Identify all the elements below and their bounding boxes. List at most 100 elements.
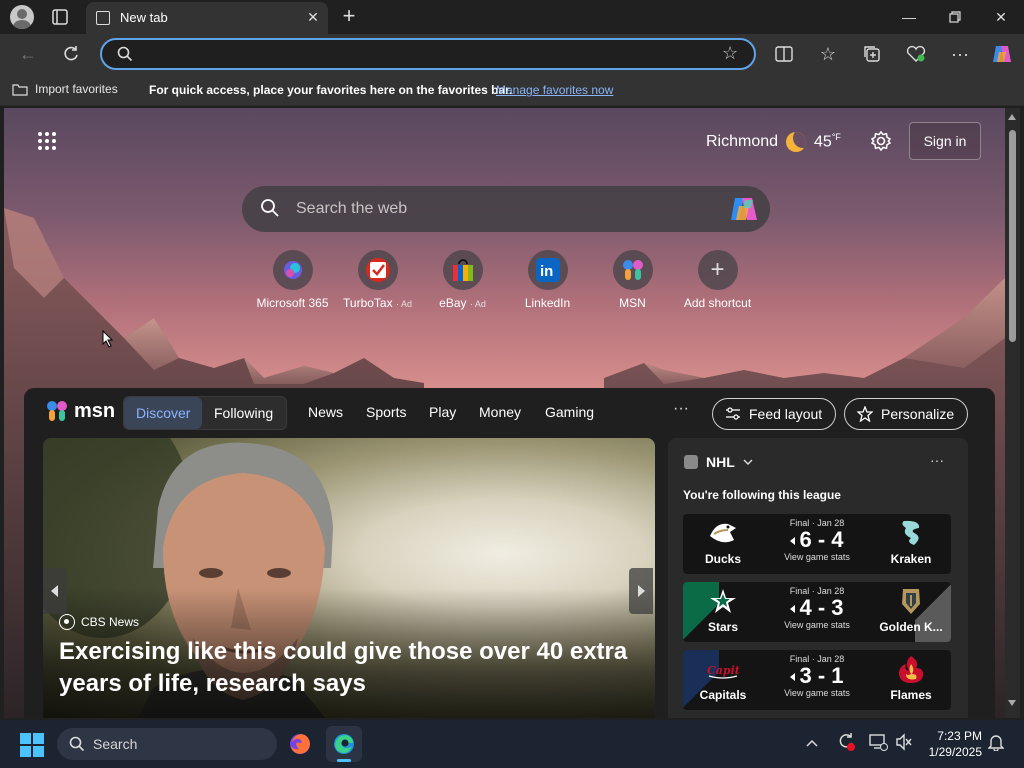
copilot-search-icon[interactable] xyxy=(729,196,759,222)
weather-temperature: 45°F xyxy=(814,132,841,151)
star-edit-icon xyxy=(857,406,873,422)
shortcut-ebay[interactable]: eBay · Ad xyxy=(420,250,505,310)
nav-money[interactable]: Money xyxy=(479,404,521,420)
close-window-button[interactable]: ✕ xyxy=(989,5,1013,29)
tab-new-tab[interactable]: New tab ✕ xyxy=(86,2,328,34)
nav-play[interactable]: Play xyxy=(429,404,456,420)
view-game-stats-link[interactable]: View game stats xyxy=(763,552,871,562)
volume-muted-icon[interactable] xyxy=(894,732,914,755)
sign-in-button[interactable]: Sign in xyxy=(909,122,981,160)
nav-more-button[interactable]: ··· xyxy=(673,400,689,418)
address-bar[interactable]: ☆ xyxy=(100,38,756,70)
web-search-box[interactable] xyxy=(242,186,770,232)
address-input[interactable] xyxy=(140,44,710,64)
carousel-next-arrow[interactable] xyxy=(629,568,653,614)
home-team: Stars xyxy=(683,582,763,642)
import-favorites-button[interactable]: Import favorites xyxy=(12,82,118,96)
game-score-row[interactable]: Ducks Final · Jan 28 6 - 4 View game sta… xyxy=(683,514,951,574)
manage-favorites-link[interactable]: Manage favorites now xyxy=(496,83,613,97)
page-scrollbar[interactable] xyxy=(1005,108,1020,718)
hero-story-card[interactable]: CBS News Exercising like this could give… xyxy=(43,438,655,718)
minimize-button[interactable]: — xyxy=(897,5,921,29)
nhl-more-options[interactable]: ··· xyxy=(930,452,944,468)
view-game-stats-link[interactable]: View game stats xyxy=(763,620,871,630)
search-icon xyxy=(117,46,133,67)
copilot-icon[interactable] xyxy=(989,41,1015,67)
cbs-news-logo-icon xyxy=(59,614,75,630)
sliders-icon xyxy=(726,407,740,420)
carousel-previous-arrow[interactable] xyxy=(43,568,67,614)
capitals-logo-icon: Capitals xyxy=(706,654,757,684)
shortcut-linkedin[interactable]: in LinkedIn xyxy=(505,250,590,310)
add-shortcut-button[interactable]: + Add shortcut xyxy=(675,250,760,310)
browser-essentials-icon[interactable] xyxy=(903,41,929,67)
new-tab-button[interactable]: + xyxy=(339,4,359,28)
kraken-logo-icon xyxy=(894,518,928,548)
nav-news[interactable]: News xyxy=(308,404,343,420)
nhl-scores-card: NHL ··· You're following this league Duc… xyxy=(668,438,968,718)
away-team: Kraken xyxy=(871,514,951,574)
personalize-label: Personalize xyxy=(881,406,955,422)
game-score-row[interactable]: Capitals Capitals Final · Jan 28 3 - 1 V… xyxy=(683,650,951,710)
nav-gaming[interactable]: Gaming xyxy=(545,404,594,420)
personalize-button[interactable]: Personalize xyxy=(844,398,968,430)
taskbar-search-box[interactable]: Search xyxy=(57,728,277,760)
firefox-taskbar-icon[interactable] xyxy=(282,726,318,762)
page-settings-gear-icon[interactable] xyxy=(870,130,892,152)
settings-and-more-icon[interactable]: ··· xyxy=(947,41,973,67)
split-screen-icon[interactable] xyxy=(771,41,797,67)
shortcut-msn[interactable]: MSN xyxy=(590,250,675,310)
clock-time: 7:23 PM xyxy=(937,729,982,743)
shortcut-label: Add shortcut xyxy=(683,296,752,310)
scroll-up-arrow[interactable] xyxy=(1008,114,1016,120)
scroll-thumb[interactable] xyxy=(1009,130,1016,342)
active-app-indicator xyxy=(337,759,351,762)
network-icon[interactable] xyxy=(868,732,888,755)
msn-butterfly-icon xyxy=(612,250,653,290)
flames-logo-icon xyxy=(894,654,928,684)
shortcut-label: LinkedIn xyxy=(524,296,571,310)
ad-badge: · Ad xyxy=(395,299,412,309)
shortcut-turbotax[interactable]: TurboTax · Ad xyxy=(335,250,420,310)
refresh-icon[interactable] xyxy=(58,41,84,67)
tab-actions-icon[interactable] xyxy=(49,8,71,26)
tab-discover[interactable]: Discover xyxy=(124,397,203,429)
favorites-icon[interactable]: ☆ xyxy=(815,41,841,67)
shortcut-label: MSN xyxy=(619,296,646,310)
web-search-input[interactable] xyxy=(296,198,716,220)
shortcut-label: TurboTax xyxy=(343,296,393,310)
hero-headline[interactable]: Exercising like this could give those ov… xyxy=(59,636,629,700)
collections-icon[interactable] xyxy=(859,41,885,67)
apps-launcher-icon[interactable] xyxy=(38,132,58,152)
windows-taskbar: Search 7:23 PM 1/29/2025 xyxy=(0,720,1024,768)
scroll-down-arrow[interactable] xyxy=(1008,700,1016,706)
weather-city: Richmond xyxy=(706,133,779,150)
league-selector[interactable]: NHL xyxy=(684,454,753,470)
home-team: Ducks xyxy=(683,514,763,574)
restore-button[interactable] xyxy=(943,5,967,29)
hero-source-name: CBS News xyxy=(81,615,140,629)
msn-brand-text: msn xyxy=(74,399,116,422)
add-favorite-star-icon[interactable]: ☆ xyxy=(722,43,738,64)
hero-source: CBS News xyxy=(59,614,139,630)
away-team: Golden K... xyxy=(871,582,951,642)
notifications-bell-icon[interactable] xyxy=(987,733,1005,754)
windows-start-icon[interactable] xyxy=(20,733,44,757)
update-sync-icon[interactable] xyxy=(836,732,856,755)
nav-sports[interactable]: Sports xyxy=(366,404,406,420)
chevron-down-icon xyxy=(743,459,753,465)
msn-logo[interactable]: msn xyxy=(44,398,115,424)
linkedin-icon: in xyxy=(527,250,568,290)
close-tab-icon[interactable]: ✕ xyxy=(304,8,322,26)
game-score-row[interactable]: Stars Final · Jan 28 4 - 3 View game sta… xyxy=(683,582,951,642)
shortcut-microsoft-365[interactable]: Microsoft 365 xyxy=(250,250,335,310)
view-game-stats-link[interactable]: View game stats xyxy=(763,688,871,698)
show-hidden-icons-chevron-up-icon[interactable] xyxy=(806,734,818,750)
profile-avatar[interactable] xyxy=(10,5,34,29)
taskbar-clock[interactable]: 7:23 PM 1/29/2025 xyxy=(920,728,982,760)
weather-widget[interactable]: Richmond 45°F xyxy=(706,132,841,152)
feed-layout-button[interactable]: Feed layout xyxy=(712,398,836,430)
tab-following[interactable]: Following xyxy=(202,397,285,429)
edge-taskbar-icon[interactable] xyxy=(326,726,362,762)
back-icon[interactable]: ← xyxy=(15,41,41,67)
